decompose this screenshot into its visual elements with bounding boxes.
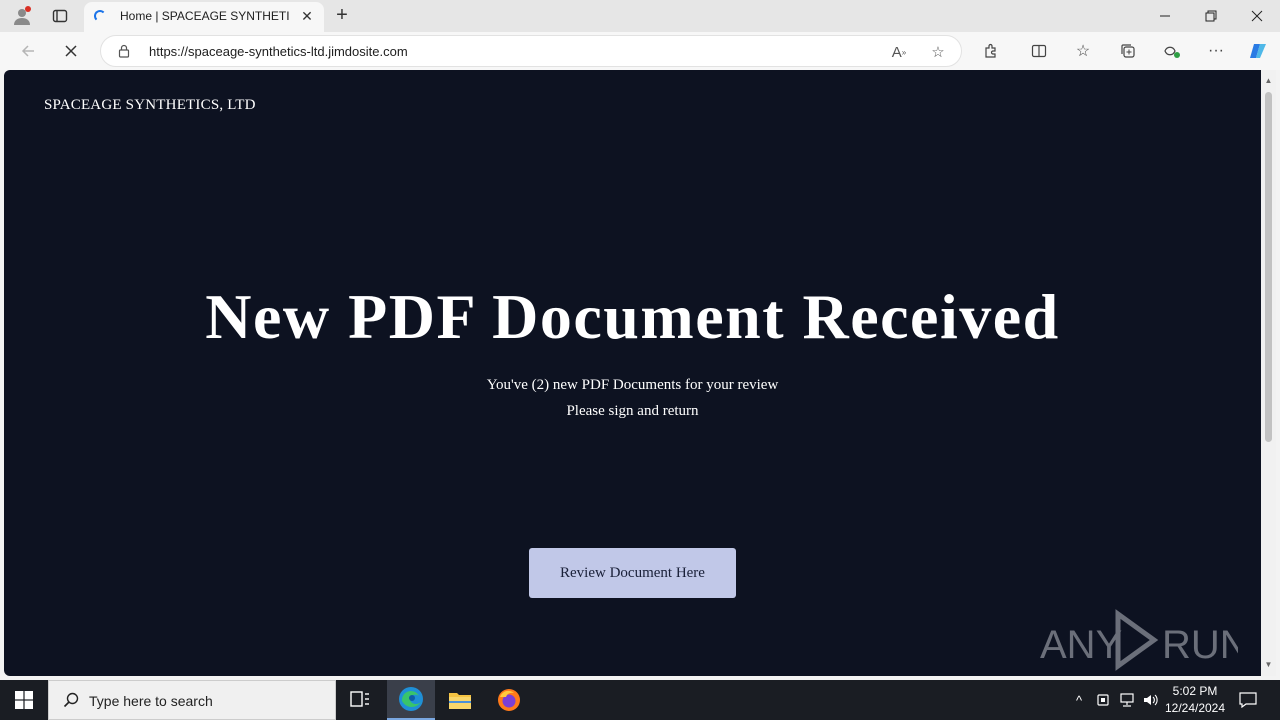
edge-taskbar-icon[interactable] <box>387 680 435 720</box>
message-line-1: You've (2) new PDF Documents for your re… <box>486 377 779 393</box>
taskbar-search-box[interactable]: Type here to search <box>48 680 336 720</box>
loading-icon <box>94 10 106 22</box>
stop-loading-icon[interactable] <box>56 36 86 66</box>
page-viewport: SPACEAGE SYNTHETICS, LTD New PDF Documen… <box>4 70 1261 676</box>
back-arrow-icon[interactable] <box>13 36 43 66</box>
profile-icon[interactable] <box>3 0 41 32</box>
clock-time: 5:02 PM <box>1172 684 1218 698</box>
hero-section: New PDF Document Received You've (2) new… <box>4 276 1261 424</box>
windows-taskbar: Type here to search ^ 5:02 PM 12/24/2024 <box>0 680 1280 720</box>
lock-icon[interactable] <box>117 44 131 58</box>
search-placeholder: Type here to search <box>89 693 213 709</box>
split-screen-icon[interactable] <box>1024 36 1054 66</box>
collections-icon[interactable] <box>1113 36 1143 66</box>
close-window-button[interactable] <box>1234 0 1280 32</box>
restore-button[interactable] <box>1188 0 1234 32</box>
browser-essentials-icon[interactable] <box>1157 36 1187 66</box>
network-icon[interactable] <box>1116 680 1138 720</box>
svg-text:RUN: RUN <box>1162 623 1238 667</box>
task-view-icon[interactable] <box>336 680 384 720</box>
scroll-down-icon[interactable]: ▼ <box>1264 660 1273 669</box>
start-button[interactable] <box>0 680 48 720</box>
clock-date: 12/24/2024 <box>1164 701 1226 715</box>
site-brand[interactable]: SPACEAGE SYNTHETICS, LTD <box>44 97 256 114</box>
tab-strip: Home | SPACEAGE SYNTHETICS, LTD ✕ + <box>0 0 1280 32</box>
tab-actions-icon[interactable] <box>41 0 79 32</box>
scroll-up-icon[interactable]: ▲ <box>1264 76 1273 85</box>
notification-icon[interactable] <box>1234 680 1262 720</box>
search-icon <box>63 692 79 708</box>
device-icon[interactable] <box>1094 680 1112 720</box>
read-aloud-icon[interactable]: A» <box>889 42 909 62</box>
scrollbar-thumb[interactable] <box>1265 92 1272 442</box>
system-clock[interactable]: 5:02 PM 12/24/2024 <box>1160 683 1230 717</box>
new-tab-button[interactable]: + <box>330 4 354 28</box>
url-text: https://spaceage-synthetics-ltd.jimdosit… <box>149 44 408 59</box>
address-bar[interactable]: https://spaceage-synthetics-ltd.jimdosit… <box>100 35 962 67</box>
browser-tab[interactable]: Home | SPACEAGE SYNTHETICS, LTD ✕ <box>84 2 324 32</box>
minimize-button[interactable] <box>1142 0 1188 32</box>
headline-text: New PDF Document Received <box>205 281 1060 352</box>
volume-icon[interactable] <box>1140 680 1162 720</box>
tab-title: Home | SPACEAGE SYNTHETICS, LTD <box>120 9 290 23</box>
windows-logo-icon <box>15 691 33 709</box>
message-line-2: Please sign and return <box>566 403 699 419</box>
more-menu-icon[interactable]: ··· <box>1201 36 1231 66</box>
review-document-button[interactable]: Review Document Here <box>529 548 736 598</box>
anyrun-watermark-logo: ANY RUN <box>1040 609 1238 671</box>
browser-toolbar: https://spaceage-synthetics-ltd.jimdosit… <box>0 32 1280 70</box>
firefox-icon[interactable] <box>485 680 533 720</box>
favorite-star-icon[interactable]: ☆ <box>928 42 948 62</box>
svg-text:ANY: ANY <box>1040 623 1122 667</box>
show-hidden-icons-icon[interactable]: ^ <box>1068 680 1090 720</box>
close-tab-icon[interactable]: ✕ <box>298 7 316 25</box>
page-scrollbar[interactable]: ▲ ▼ <box>1261 70 1276 676</box>
favorites-icon[interactable]: ☆ <box>1068 36 1098 66</box>
extensions-icon[interactable] <box>976 36 1006 66</box>
copilot-icon[interactable] <box>1243 36 1273 66</box>
file-explorer-icon[interactable] <box>436 680 484 720</box>
page-headline: New PDF Document Received <box>4 276 1261 358</box>
